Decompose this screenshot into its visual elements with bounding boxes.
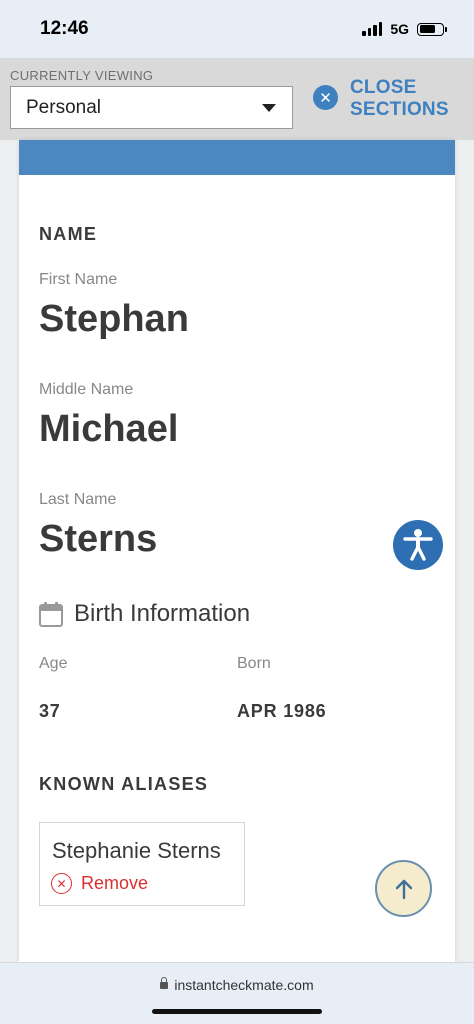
- remove-alias-button[interactable]: ✕ Remove: [51, 873, 148, 894]
- last-name-value: Sterns: [39, 518, 158, 560]
- born-value: APR 1986: [237, 701, 327, 721]
- last-name-label: Last Name: [39, 491, 117, 508]
- remove-alias-label: Remove: [81, 873, 149, 893]
- status-icons: 5G: [362, 21, 447, 37]
- alias-name: Stephanie Sterns: [52, 838, 221, 863]
- close-sections-line1: CLOSE: [350, 77, 417, 98]
- chevron-down-icon: [262, 104, 276, 112]
- first-name-label: First Name: [39, 271, 118, 288]
- middle-name-value: Michael: [39, 408, 179, 450]
- personal-card: NAME First Name Stephan Middle Name Mich…: [19, 140, 455, 962]
- close-sections-button[interactable]: ✕ CLOSE SECTIONS: [313, 77, 463, 121]
- section-select[interactable]: Personal: [10, 86, 293, 129]
- known-aliases-heading: KNOWN ALIASES: [39, 774, 209, 794]
- signal-icon: [362, 22, 383, 36]
- home-indicator[interactable]: [152, 1009, 322, 1014]
- browser-url-bar: instantcheckmate.com: [0, 962, 474, 1024]
- close-icon: ✕: [313, 85, 338, 110]
- middle-name-label: Middle Name: [39, 381, 134, 398]
- url-field[interactable]: instantcheckmate.com: [0, 977, 474, 993]
- accessibility-icon: [403, 529, 433, 561]
- url-text: instantcheckmate.com: [174, 977, 314, 993]
- battery-icon: [417, 22, 447, 36]
- section-select-value: Personal: [26, 96, 101, 118]
- section-nav-bar: CURRENTLY VIEWING Personal ✕ CLOSE SECTI…: [0, 58, 474, 140]
- scroll-top-button[interactable]: [375, 860, 432, 917]
- currently-viewing-label: CURRENTLY VIEWING: [10, 68, 154, 83]
- birth-info-text: Birth Information: [74, 600, 251, 627]
- accessibility-button[interactable]: [393, 520, 443, 570]
- status-time: 12:46: [40, 18, 89, 39]
- calendar-icon: [39, 601, 63, 627]
- name-heading: NAME: [39, 224, 98, 244]
- network-type: 5G: [390, 21, 409, 37]
- arrow-up-icon: [395, 879, 412, 899]
- status-bar: 12:46 5G: [0, 0, 474, 58]
- alias-card: Stephanie Sterns ✕ Remove: [39, 822, 245, 906]
- close-sections-line2: SECTIONS: [350, 99, 449, 120]
- age-label: Age: [39, 655, 68, 672]
- remove-icon: ✕: [51, 873, 72, 894]
- age-value: 37: [39, 701, 61, 721]
- lock-icon: [160, 977, 169, 991]
- birth-info-title: Birth Information: [39, 600, 250, 628]
- born-label: Born: [237, 655, 271, 672]
- first-name-value: Stephan: [39, 298, 189, 340]
- card-header-band: [19, 140, 455, 175]
